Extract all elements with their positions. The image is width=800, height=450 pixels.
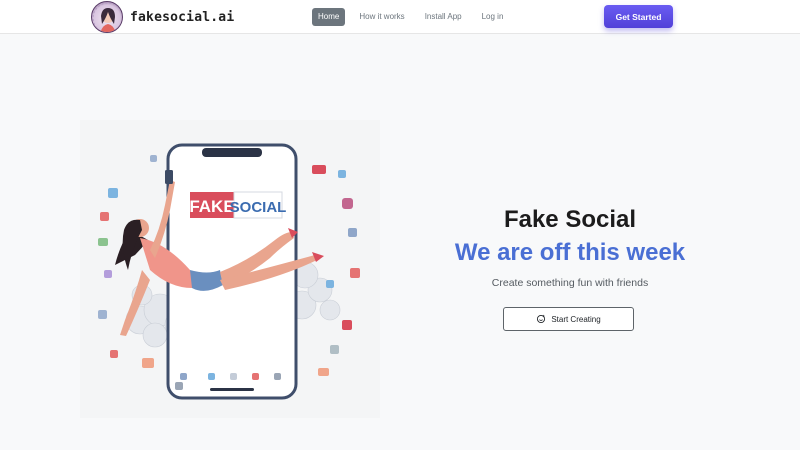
illustration-fake-text: FAKE (189, 197, 234, 216)
brand-logo-icon (91, 1, 123, 33)
get-started-button[interactable]: Get Started (604, 5, 673, 28)
nav-home[interactable]: Home (312, 8, 346, 26)
brand-name: fakesocial.ai (130, 9, 235, 25)
main-nav: Home How it works Install App Log in (312, 8, 517, 26)
illustration-social-text: SOCIAL (230, 199, 287, 216)
brand-logo-link[interactable]: fakesocial.ai (91, 1, 234, 33)
page-subtitle: We are off this week (454, 239, 686, 266)
top-navbar: fakesocial.ai Home How it works Install … (0, 0, 800, 34)
nav-install-app[interactable]: Install App (419, 8, 468, 26)
page-title: Fake Social (503, 206, 637, 233)
nav-log-in[interactable]: Log in (476, 8, 510, 26)
start-creating-label: Start Creating (551, 314, 601, 324)
hero-illustration: FAKE SOCIAL (80, 120, 380, 418)
sparkle-icon (536, 314, 546, 324)
hero-description: Create something fun with friends (491, 277, 649, 289)
start-creating-button[interactable]: Start Creating (503, 307, 634, 331)
nav-how-it-works[interactable]: How it works (353, 8, 410, 26)
